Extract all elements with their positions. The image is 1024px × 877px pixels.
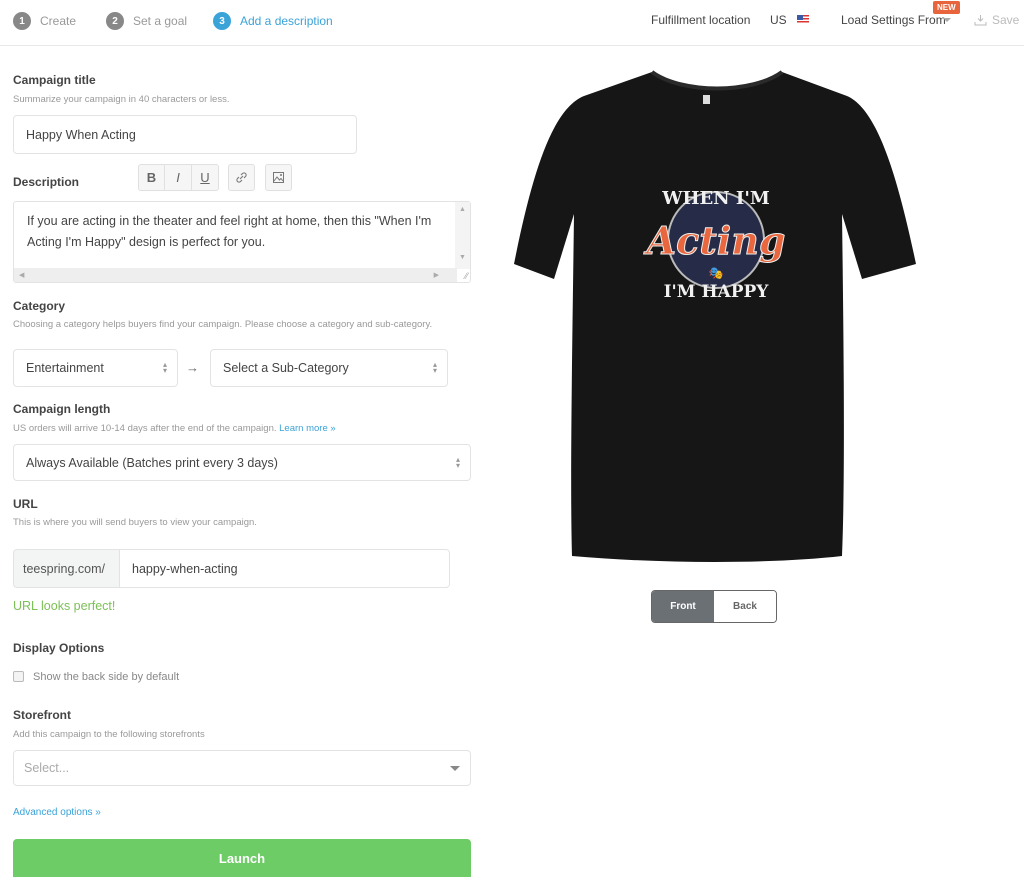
- step-label: Set a goal: [133, 14, 188, 28]
- display-options-label: Display Options: [13, 641, 105, 655]
- arrow-right-icon: →: [186, 360, 199, 375]
- url-prefix: teespring.com/: [13, 549, 119, 588]
- subcategory-value: Select a Sub-Category: [223, 361, 349, 375]
- url-status: URL looks perfect!: [13, 599, 116, 613]
- subcategory-select[interactable]: Select a Sub-Category ▴ ▾: [210, 349, 448, 387]
- acting-design: WHEN I'M Acting I'M HAPPY 🎭: [643, 188, 786, 302]
- step-add-description[interactable]: 3 Add a description: [213, 12, 333, 30]
- step-set-goal[interactable]: 2 Set a goal: [106, 12, 187, 30]
- url-label: URL: [13, 497, 38, 511]
- storefront-placeholder: Select...: [24, 761, 70, 775]
- launch-button[interactable]: Launch: [13, 839, 471, 877]
- campaign-length-label: Campaign length: [13, 402, 111, 416]
- save-icon: [974, 15, 987, 26]
- advanced-options-link[interactable]: Advanced options »: [13, 807, 101, 818]
- show-back-label[interactable]: Show the back side by default: [33, 671, 179, 683]
- show-back-checkbox[interactable]: [13, 671, 24, 682]
- description-text: If you are acting in the theater and fee…: [27, 214, 432, 249]
- back-button[interactable]: Back: [714, 591, 776, 622]
- italic-button[interactable]: I: [165, 164, 192, 191]
- fulfillment-country[interactable]: US: [770, 13, 787, 27]
- step-label: Create: [40, 14, 77, 28]
- category-select[interactable]: Entertainment ▴ ▾: [13, 349, 178, 387]
- updown-icon: ▴ ▾: [162, 360, 167, 375]
- storefront-label: Storefront: [13, 708, 71, 722]
- us-flag-icon: [797, 15, 809, 24]
- side-toggle: Front Back: [651, 590, 777, 623]
- category-value: Entertainment: [26, 361, 104, 375]
- horizontal-scrollbar[interactable]: ◀ ▶: [14, 268, 457, 282]
- campaign-length-select[interactable]: Always Available (Batches print every 3 …: [13, 444, 471, 481]
- tshirt-body: [514, 72, 916, 562]
- front-button[interactable]: Front: [652, 591, 714, 622]
- category-help: Choosing a category helps buyers find yo…: [13, 319, 433, 330]
- step-number: 2: [106, 12, 124, 30]
- link-icon: [228, 164, 255, 191]
- save-label: Save: [992, 13, 1020, 27]
- design-top-text: WHEN I'M: [661, 188, 770, 209]
- learn-more-link[interactable]: Learn more »: [279, 423, 336, 434]
- image-icon: [265, 164, 292, 191]
- campaign-length-help-text: US orders will arrive 10-14 days after t…: [13, 423, 277, 434]
- storefront-help: Add this campaign to the following store…: [13, 729, 205, 740]
- link-button[interactable]: [228, 164, 255, 192]
- load-settings-dropdown[interactable]: Load Settings From: [841, 13, 946, 27]
- campaign-title-input[interactable]: Happy When Acting: [13, 115, 357, 154]
- bold-button[interactable]: B: [138, 164, 165, 191]
- campaign-title-label: Campaign title: [13, 73, 96, 87]
- design-main-text: Acting: [644, 218, 786, 263]
- step-create[interactable]: 1 Create: [13, 12, 76, 30]
- url-input[interactable]: happy-when-acting: [119, 549, 450, 588]
- campaign-length-value: Always Available (Batches print every 3 …: [26, 455, 278, 470]
- underline-button[interactable]: U: [192, 164, 219, 191]
- scroll-down-icon[interactable]: ▼: [459, 254, 466, 261]
- updown-icon: ▴ ▾: [432, 360, 437, 375]
- save-button[interactable]: Save: [974, 13, 1019, 27]
- step-number: 1: [13, 12, 31, 30]
- scroll-right-icon[interactable]: ▶: [434, 271, 439, 279]
- campaign-length-help: US orders will arrive 10-14 days after t…: [13, 423, 336, 434]
- category-label: Category: [13, 299, 66, 313]
- url-help: This is where you will send buyers to vi…: [13, 517, 257, 528]
- campaign-title-help: Summarize your campaign in 40 characters…: [13, 94, 230, 105]
- scroll-up-icon[interactable]: ▲: [459, 206, 466, 213]
- caret-down-icon[interactable]: [943, 18, 951, 22]
- vertical-scrollbar[interactable]: ▲ ▼: [455, 202, 470, 269]
- storefront-select[interactable]: Select...: [13, 750, 471, 786]
- updown-icon: ▴ ▾: [455, 454, 460, 470]
- format-toolbar: B I U: [138, 164, 219, 192]
- new-badge: NEW: [933, 1, 960, 14]
- tshirt-tag: [703, 95, 710, 104]
- tshirt-preview: WHEN I'M Acting I'M HAPPY 🎭: [514, 70, 916, 562]
- image-button[interactable]: [265, 164, 292, 192]
- fulfillment-label: Fulfillment location: [651, 13, 751, 27]
- step-label: Add a description: [240, 14, 333, 28]
- resize-handle-icon[interactable]: ⁄⁄: [465, 271, 468, 281]
- description-textarea[interactable]: If you are acting in the theater and fee…: [13, 201, 471, 283]
- top-bar: 1 Create 2 Set a goal 3 Add a descriptio…: [0, 0, 1024, 46]
- description-label: Description: [13, 175, 80, 189]
- scroll-left-icon[interactable]: ◀: [19, 271, 24, 279]
- theater-masks-icon: 🎭: [709, 266, 724, 280]
- caret-down-icon: [450, 766, 460, 771]
- step-number: 3: [213, 12, 231, 30]
- design-bottom-text: I'M HAPPY: [664, 282, 770, 302]
